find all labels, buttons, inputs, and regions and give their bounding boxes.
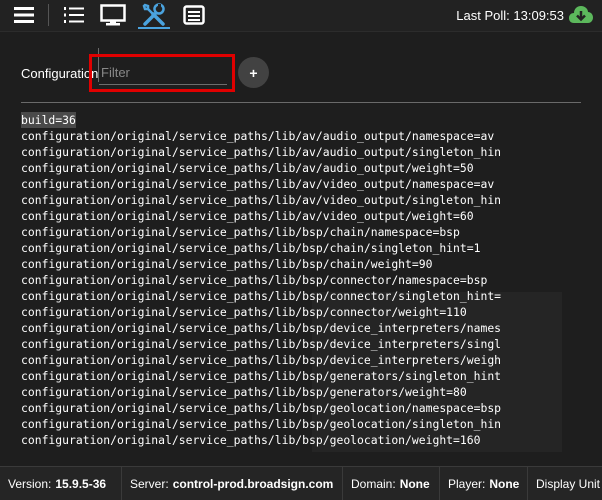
config-line: configuration/original/service_paths/lib… <box>21 144 591 160</box>
status-bar: Version: 15.9.5-36 Server: control-prod.… <box>0 466 602 500</box>
config-line-text: configuration/original/service_paths/lib… <box>21 225 460 239</box>
config-line: configuration/original/service_paths/lib… <box>21 384 591 400</box>
config-line-text: configuration/original/service_paths/lib… <box>21 321 502 335</box>
active-tab-indicator <box>138 27 170 29</box>
domain-label: Domain: <box>351 476 396 491</box>
config-line: build=36 <box>21 112 591 128</box>
cloud-download-icon[interactable] <box>568 4 594 31</box>
config-line: configuration/original/service_paths/lib… <box>21 432 591 448</box>
config-line-text: configuration/original/service_paths/lib… <box>21 369 502 383</box>
config-line: configuration/original/service_paths/lib… <box>21 368 591 384</box>
config-line-text: configuration/original/service_paths/lib… <box>21 433 481 447</box>
config-line: configuration/original/service_paths/lib… <box>21 208 591 224</box>
monitor-icon[interactable] <box>99 2 127 28</box>
version-label: Version: <box>8 476 52 491</box>
config-line-text: configuration/original/service_paths/lib… <box>21 353 502 367</box>
status-server: Server: control-prod.broadsign.com <box>122 467 343 500</box>
config-line: configuration/original/service_paths/lib… <box>21 176 591 192</box>
display-unit-label: Display Unit <box>536 476 601 491</box>
config-line: configuration/original/service_paths/lib… <box>21 304 591 320</box>
player-label: Player: <box>448 476 486 491</box>
config-line: configuration/original/service_paths/lib… <box>21 160 591 176</box>
config-line-text: configuration/original/service_paths/lib… <box>21 385 467 399</box>
version-value: 15.9.5-36 <box>55 476 107 491</box>
config-line: configuration/original/service_paths/lib… <box>21 288 591 304</box>
config-line: configuration/original/service_paths/lib… <box>21 224 591 240</box>
config-line: configuration/original/service_paths/lib… <box>21 400 591 416</box>
config-line-text: configuration/original/service_paths/lib… <box>21 129 495 143</box>
config-line-text: configuration/original/service_paths/lib… <box>21 177 495 191</box>
config-line: configuration/original/service_paths/lib… <box>21 336 591 352</box>
section-divider <box>21 102 581 103</box>
server-label: Server: <box>130 476 169 491</box>
configuration-dump: build=36 configuration/original/service_p… <box>21 112 591 452</box>
config-line: configuration/original/service_paths/lib… <box>21 416 591 432</box>
last-poll-time: 13:09:53 <box>513 8 564 23</box>
config-line: configuration/original/service_paths/lib… <box>21 128 591 144</box>
config-line-text: configuration/original/service_paths/lib… <box>21 289 502 303</box>
config-line-text: configuration/original/service_paths/lib… <box>21 145 502 159</box>
status-version: Version: 15.9.5-36 <box>0 467 122 500</box>
tools-icon[interactable] <box>140 2 168 28</box>
status-domain: Domain: None <box>343 467 440 500</box>
config-line-text: configuration/original/service_paths/lib… <box>21 401 502 415</box>
list-icon[interactable] <box>60 2 88 28</box>
table-icon[interactable] <box>180 2 208 28</box>
config-line-text: configuration/original/service_paths/lib… <box>21 257 433 271</box>
config-line: configuration/original/service_paths/lib… <box>21 352 591 368</box>
server-value: control-prod.broadsign.com <box>172 476 334 491</box>
config-line: configuration/original/service_paths/lib… <box>21 256 591 272</box>
config-line-text: configuration/original/service_paths/lib… <box>21 193 502 207</box>
config-line: configuration/original/service_paths/lib… <box>21 272 591 288</box>
config-line-text: configuration/original/service_paths/lib… <box>21 161 474 175</box>
filter-highlight-box <box>89 54 235 92</box>
config-line-text: configuration/original/service_paths/lib… <box>21 273 488 287</box>
config-line-text: configuration/original/service_paths/lib… <box>21 209 474 223</box>
filter-input[interactable] <box>99 60 227 85</box>
status-display-unit: Display Unit <box>528 467 602 500</box>
status-player: Player: None <box>440 467 528 500</box>
add-button[interactable]: + <box>238 57 269 88</box>
toolbar-separator <box>48 4 49 26</box>
last-poll-status: Last Poll: 13:09:53 <box>456 8 564 23</box>
player-value: None <box>489 476 520 491</box>
configuration-label: Configuration <box>21 66 99 81</box>
config-line-text: configuration/original/service_paths/lib… <box>21 337 502 351</box>
config-line-text: configuration/original/service_paths/lib… <box>21 305 467 319</box>
domain-value: None <box>399 476 430 491</box>
config-line-text: configuration/original/service_paths/lib… <box>21 241 481 255</box>
config-line: configuration/original/service_paths/lib… <box>21 192 591 208</box>
last-poll-label: Last Poll: <box>456 8 510 23</box>
top-toolbar: Last Poll: 13:09:53 <box>0 0 602 32</box>
config-line-text: build=36 <box>21 112 76 128</box>
config-line: configuration/original/service_paths/lib… <box>21 240 591 256</box>
hamburger-menu-icon[interactable] <box>10 2 38 28</box>
config-line-text: configuration/original/service_paths/lib… <box>21 417 502 431</box>
config-line: configuration/original/service_paths/lib… <box>21 320 591 336</box>
